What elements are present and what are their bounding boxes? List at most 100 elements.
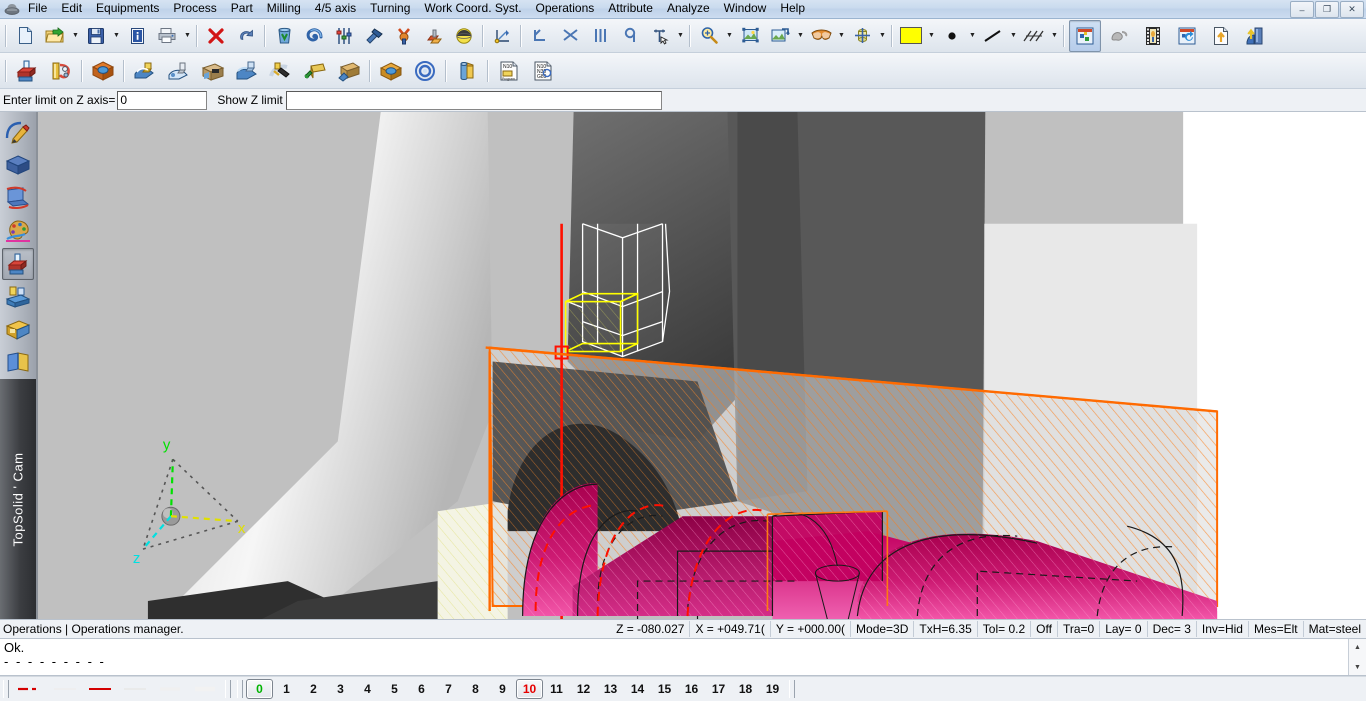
layer-7[interactable]: 7 (435, 679, 462, 699)
minimize-button[interactable]: – (1290, 1, 1314, 18)
layer-5[interactable]: 5 (381, 679, 408, 699)
linestyle-solid-red[interactable] (82, 678, 117, 700)
linestyle-toolbar-grip[interactable] (3, 680, 9, 698)
point-style-icon[interactable] (938, 22, 966, 50)
linestyle-thin-white[interactable] (47, 678, 82, 700)
save-icon[interactable] (82, 22, 110, 50)
hammer-tool-icon[interactable] (360, 22, 388, 50)
drilling-operation-icon[interactable] (163, 55, 195, 87)
menu-equipments[interactable]: Equipments (89, 0, 166, 18)
document-info-icon[interactable] (123, 22, 151, 50)
import-icon[interactable] (1239, 20, 1271, 52)
linestyle-medium[interactable] (152, 678, 187, 700)
status-mes[interactable]: Mes=Elt (1247, 621, 1303, 637)
element-pick-icon[interactable] (646, 22, 674, 50)
shading-glasses-icon[interactable] (807, 22, 835, 50)
trash-recycle-icon[interactable] (270, 22, 298, 50)
color-swatch-icon[interactable] (897, 22, 925, 50)
delete-icon[interactable] (202, 22, 230, 50)
menu-work-coord-syst[interactable]: Work Coord. Syst. (417, 0, 528, 18)
render-mode-dropdown-arrow[interactable]: ▼ (877, 24, 888, 48)
simulation-globe-icon[interactable] (450, 22, 478, 50)
view-image-icon[interactable] (766, 22, 794, 50)
line-style-dropdown-arrow[interactable]: ▼ (1008, 24, 1019, 48)
layer-17[interactable]: 17 (705, 679, 732, 699)
fit-view-icon[interactable] (736, 22, 764, 50)
linestyle-thick[interactable] (187, 678, 222, 700)
status-inv[interactable]: Inv=Hid (1195, 621, 1248, 637)
layer-15[interactable]: 15 (651, 679, 678, 699)
layer-11[interactable]: 11 (543, 679, 570, 699)
layer-18[interactable]: 18 (732, 679, 759, 699)
open-dropdown-arrow[interactable]: ▼ (70, 24, 81, 48)
parameters-sliders-icon[interactable] (330, 22, 358, 50)
tangent-snap-icon[interactable] (616, 22, 644, 50)
layer-16[interactable]: 16 (678, 679, 705, 699)
filmstrip-icon[interactable] (1137, 20, 1169, 52)
layer-3[interactable]: 3 (327, 679, 354, 699)
hatch-style-dropdown-arrow[interactable]: ▼ (1049, 24, 1060, 48)
layer-toolbar-grip[interactable] (225, 680, 231, 698)
fixture-icon[interactable] (420, 22, 448, 50)
menu-4-5-axis[interactable]: 4/5 axis (308, 0, 363, 18)
sketch-pencil-icon[interactable] (2, 116, 34, 148)
menu-analyze[interactable]: Analyze (660, 0, 717, 18)
sheet-metal-icon[interactable] (2, 182, 34, 214)
layer-6[interactable]: 6 (408, 679, 435, 699)
status-mat[interactable]: Mat=steel (1302, 621, 1366, 637)
shading-dropdown-arrow[interactable]: ▼ (836, 24, 847, 48)
layer-19[interactable]: 19 (759, 679, 786, 699)
scroll-up-icon[interactable]: ▲ (1349, 639, 1366, 655)
close-button[interactable]: ✕ (1340, 1, 1364, 18)
status-txh[interactable]: TxH=6.35 (913, 621, 976, 637)
documents-icon[interactable] (2, 347, 34, 379)
machine-setup-icon[interactable] (11, 55, 43, 87)
status-off[interactable]: Off (1030, 621, 1057, 637)
status-tra[interactable]: Tra=0 (1056, 621, 1099, 637)
machining-stock-icon[interactable] (2, 281, 34, 313)
menu-process[interactable]: Process (166, 0, 223, 18)
color-dropdown-arrow[interactable]: ▼ (926, 24, 937, 48)
menu-operations[interactable]: Operations (529, 0, 602, 18)
layer-12[interactable]: 12 (570, 679, 597, 699)
toolpath-verify-icon[interactable] (451, 55, 483, 87)
surface-machining-icon[interactable] (299, 55, 331, 87)
menu-file[interactable]: File (21, 0, 54, 18)
scroll-down-icon[interactable]: ▼ (1349, 659, 1366, 675)
layer-9[interactable]: 9 (489, 679, 516, 699)
midpoint-snap-icon[interactable] (586, 22, 614, 50)
graphics-viewport[interactable]: y z x (37, 112, 1366, 619)
layer-4[interactable]: 4 (354, 679, 381, 699)
point-snap-icon[interactable] (526, 22, 554, 50)
undo-icon[interactable] (232, 22, 260, 50)
secondary-input[interactable] (285, 90, 662, 110)
layer-2[interactable]: 2 (300, 679, 327, 699)
curve-machining-icon[interactable] (265, 55, 297, 87)
solid-box-icon[interactable] (2, 149, 34, 181)
status-lay[interactable]: Lay= 0 (1099, 621, 1146, 637)
view-image-dropdown-arrow[interactable]: ▼ (795, 24, 806, 48)
nc-code-g89-icon[interactable]: N10 N30 G89 (527, 55, 559, 87)
layer-10[interactable]: 10 (516, 679, 543, 699)
menu-attribute[interactable]: Attribute (601, 0, 660, 18)
clamp-tool-icon[interactable] (390, 22, 418, 50)
layer-13[interactable]: 13 (597, 679, 624, 699)
circular-operation-icon[interactable] (409, 55, 441, 87)
machining-setup-icon[interactable] (2, 248, 34, 280)
layer-14[interactable]: 14 (624, 679, 651, 699)
save-dropdown-arrow[interactable]: ▼ (111, 24, 122, 48)
hide-elements-icon[interactable] (1103, 20, 1135, 52)
nc-program-icon[interactable]: N10 Program (493, 55, 525, 87)
contouring-operation-icon[interactable] (129, 55, 161, 87)
intersection-snap-icon[interactable] (556, 22, 584, 50)
line-style-icon[interactable] (979, 22, 1007, 50)
status-mode[interactable]: Mode=3D (850, 621, 913, 637)
open-folder-icon[interactable] (41, 22, 69, 50)
menu-part[interactable]: Part (224, 0, 260, 18)
z-limit-input[interactable] (117, 90, 208, 110)
status-dec[interactable]: Dec= 3 (1146, 621, 1196, 637)
pocketing-operation-icon[interactable] (197, 55, 229, 87)
status-tol[interactable]: Tol= 0.2 (976, 621, 1030, 637)
print-icon[interactable] (153, 22, 181, 50)
menu-edit[interactable]: Edit (54, 0, 89, 18)
